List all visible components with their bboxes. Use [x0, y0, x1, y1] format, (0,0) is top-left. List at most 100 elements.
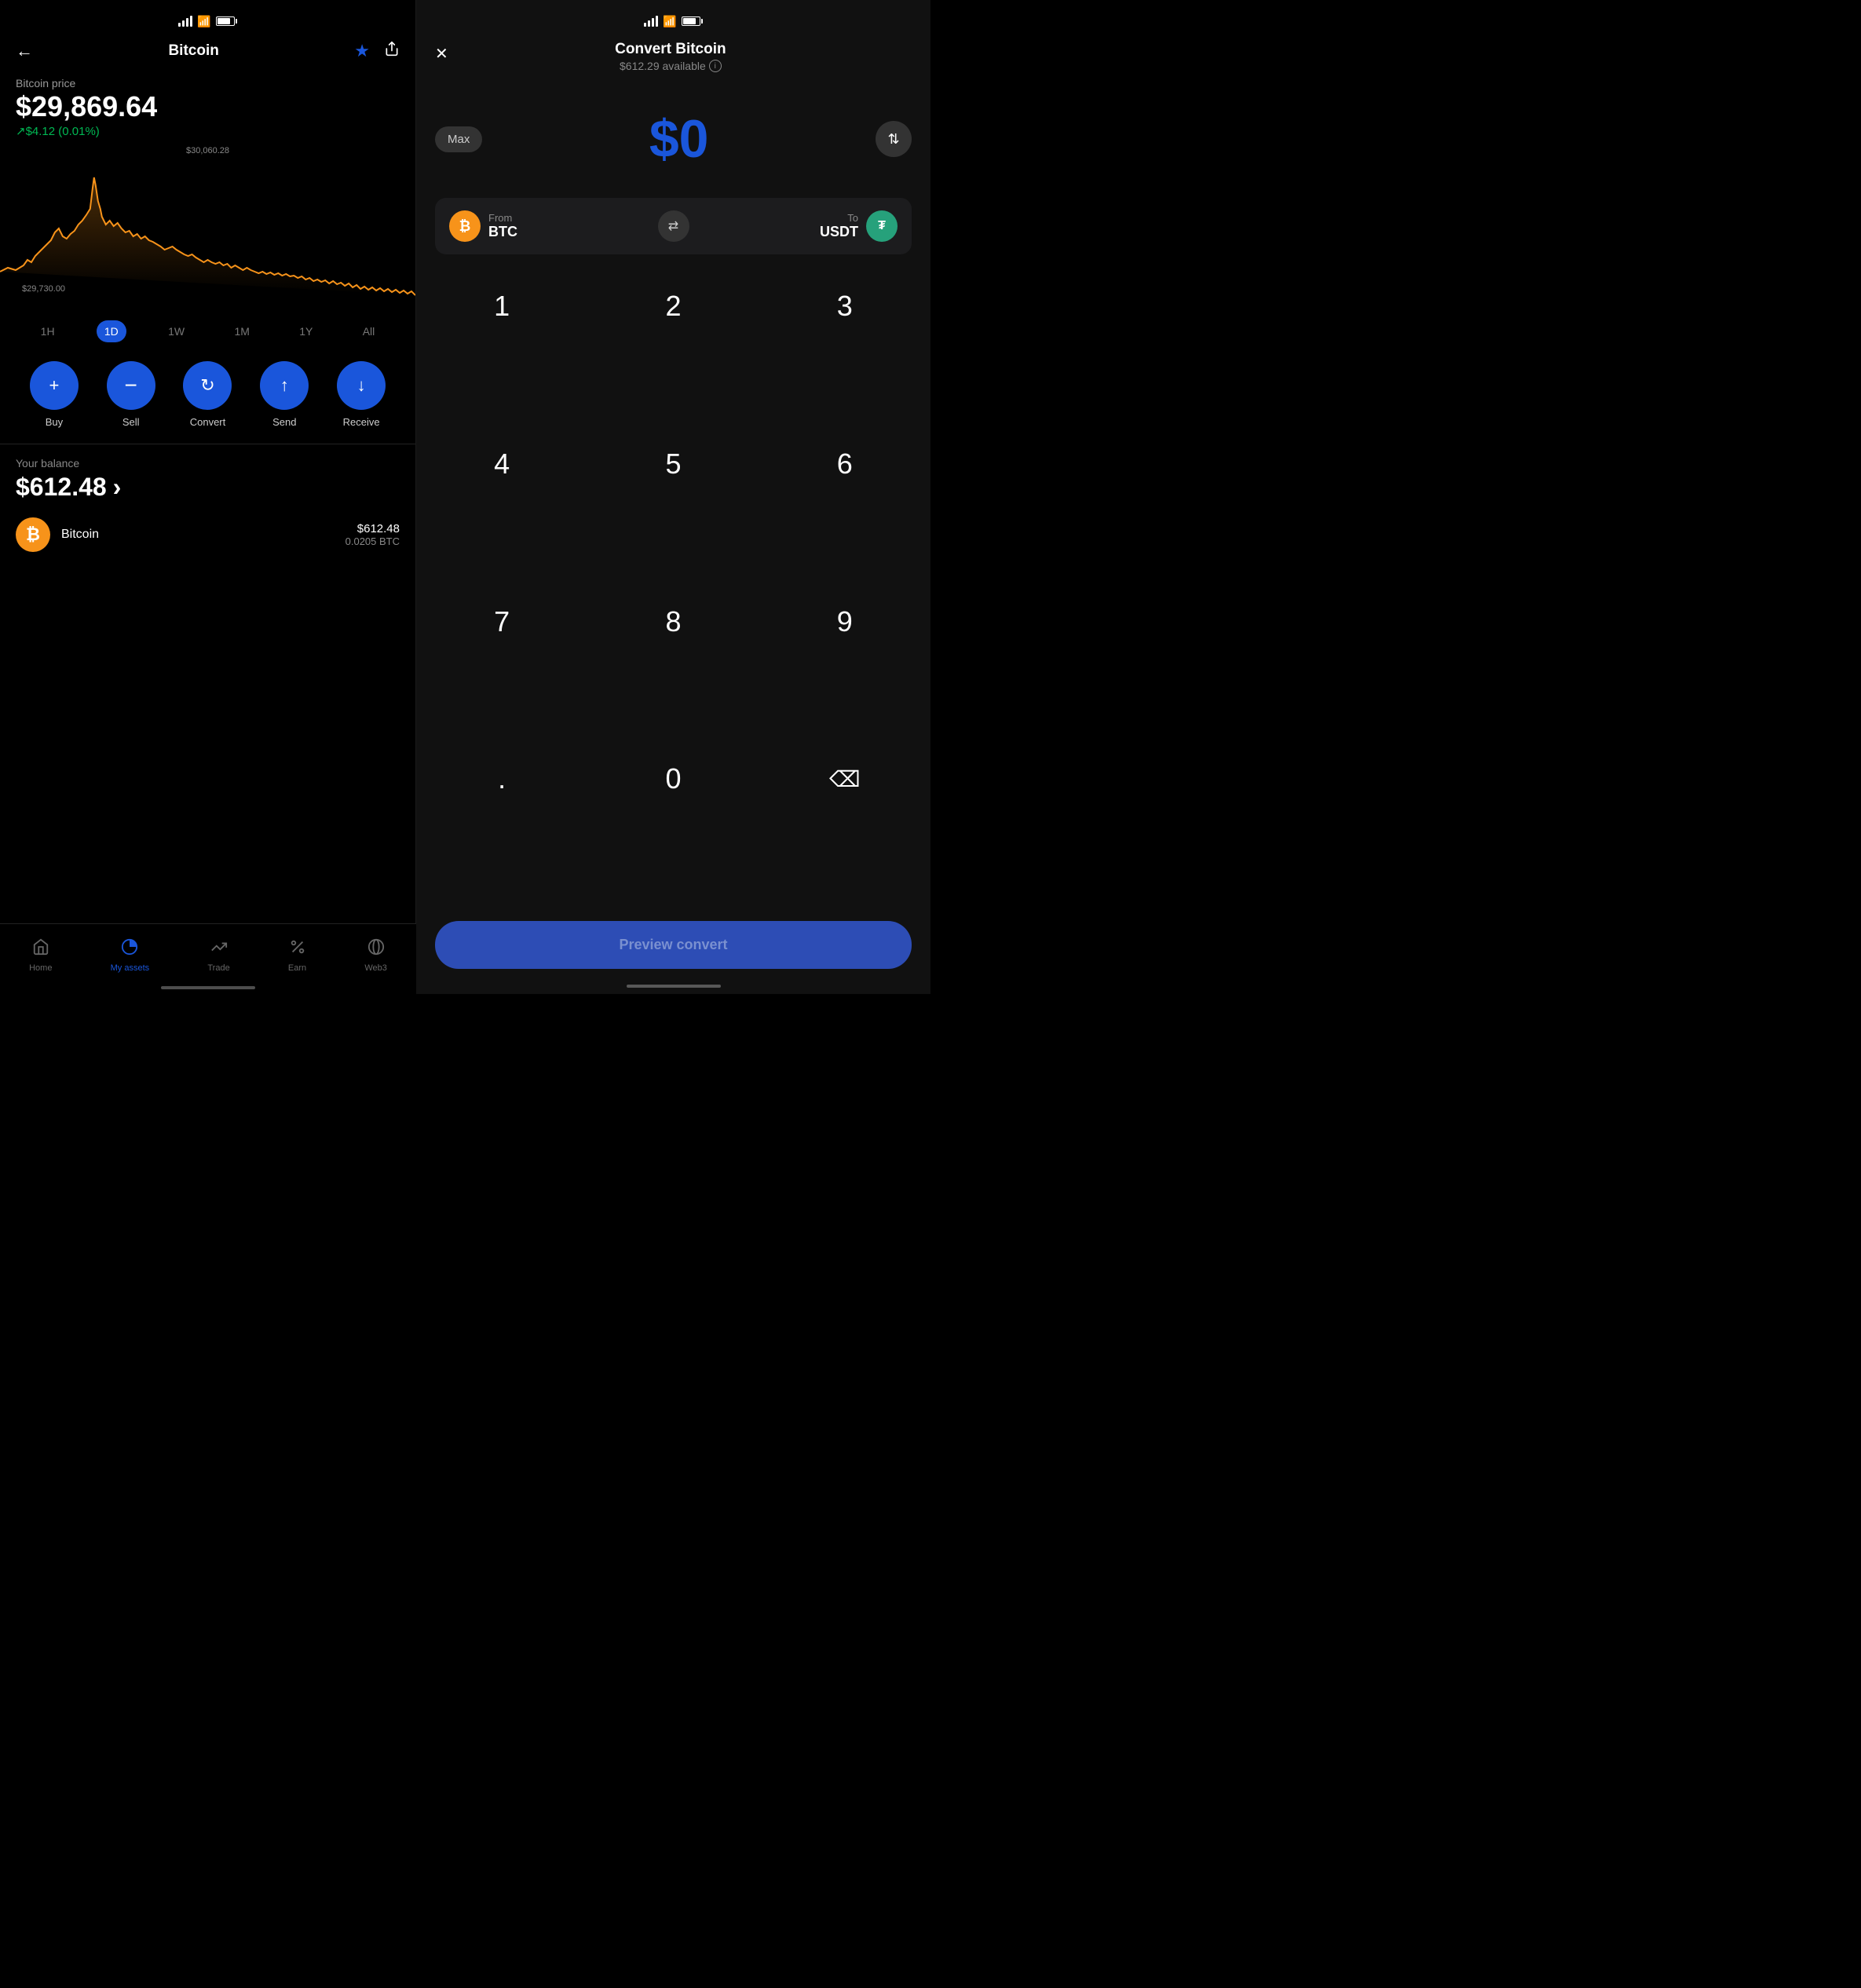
- header-icons: ★: [354, 41, 400, 61]
- numpad-8[interactable]: 8: [587, 590, 759, 653]
- action-buttons: + Buy − Sell ↻ Convert ↑ Send ↓ Rec: [0, 349, 415, 434]
- convert-title: Convert Bitcoin: [448, 41, 893, 58]
- chart-low-label: $29,730.00: [22, 284, 65, 294]
- nav-my-assets[interactable]: My assets: [111, 938, 150, 973]
- swap-currency-icon: ⇅: [887, 131, 899, 148]
- receive-icon: ↓: [357, 375, 366, 396]
- favorite-button[interactable]: ★: [354, 41, 370, 61]
- buy-label: Buy: [46, 416, 63, 428]
- buy-icon: +: [49, 375, 59, 396]
- btc-icon: ₿: [449, 210, 481, 242]
- to-label: To: [820, 212, 858, 224]
- left-status-bar: 📶: [0, 0, 415, 35]
- numpad-2[interactable]: 2: [587, 275, 759, 338]
- page-title: Bitcoin: [168, 42, 218, 60]
- numpad-0[interactable]: 0: [587, 747, 759, 810]
- right-header: ✕ Convert Bitcoin $612.29 available i: [416, 35, 930, 85]
- numpad-4[interactable]: 4: [416, 433, 587, 495]
- back-button[interactable]: ←: [16, 41, 33, 61]
- convert-subtitle: $612.29 available i: [448, 60, 893, 72]
- sell-button-wrap: − Sell: [107, 361, 155, 428]
- time-filters: 1H 1D 1W 1M 1Y All: [0, 314, 415, 349]
- max-button[interactable]: Max: [435, 126, 482, 152]
- time-filter-1m[interactable]: 1M: [226, 320, 257, 342]
- numpad-backspace[interactable]: ⌫: [759, 747, 930, 810]
- buy-button[interactable]: +: [30, 361, 79, 410]
- time-filter-1h[interactable]: 1H: [33, 320, 63, 342]
- right-signal-icon: [644, 16, 658, 27]
- price-chart: $30,060.28 $29,730.00: [0, 138, 415, 311]
- send-button[interactable]: ↑: [260, 361, 309, 410]
- to-section[interactable]: To USDT ₮: [689, 210, 898, 242]
- send-icon: ↑: [280, 375, 289, 396]
- right-wifi-icon: 📶: [663, 15, 676, 28]
- time-filter-1y[interactable]: 1Y: [291, 320, 320, 342]
- sell-icon: −: [125, 373, 137, 398]
- to-currency: USDT: [820, 224, 858, 240]
- earn-icon: [289, 938, 306, 960]
- from-currency: BTC: [488, 224, 517, 240]
- numpad-9[interactable]: 9: [759, 590, 930, 653]
- asset-usd-value: $612.48: [346, 522, 400, 535]
- swap-pair-button[interactable]: ⇄: [658, 210, 689, 242]
- nav-my-assets-label: My assets: [111, 963, 150, 973]
- web3-icon: [367, 938, 385, 960]
- battery-icon: [216, 16, 237, 26]
- balance-section: Your balance $612.48 ›: [0, 454, 415, 508]
- convert-button[interactable]: ↻: [183, 361, 232, 410]
- numpad-5[interactable]: 5: [587, 433, 759, 495]
- left-header: ← Bitcoin ★: [0, 35, 415, 71]
- home-indicator-bar: [627, 985, 721, 988]
- numpad-3[interactable]: 3: [759, 275, 930, 338]
- receive-button[interactable]: ↓: [337, 361, 386, 410]
- right-header-center: Convert Bitcoin $612.29 available i: [448, 41, 893, 72]
- from-to-panel: ₿ From BTC ⇄ To USDT ₮: [435, 198, 912, 254]
- trade-icon: [210, 938, 228, 960]
- right-status-bar: 📶: [416, 0, 930, 35]
- nav-web3[interactable]: Web3: [364, 938, 387, 973]
- balance-chevron-icon: ›: [113, 473, 122, 502]
- chart-high-label: $30,060.28: [186, 146, 229, 155]
- share-button[interactable]: [384, 41, 400, 61]
- amount-value: $0: [482, 108, 876, 170]
- numpad-1[interactable]: 1: [416, 275, 587, 338]
- buy-button-wrap: + Buy: [30, 361, 79, 428]
- info-icon[interactable]: i: [709, 60, 722, 72]
- balance-amount: $612.48: [16, 473, 107, 502]
- swap-currency-button[interactable]: ⇅: [876, 121, 912, 157]
- signal-icon: [178, 16, 192, 27]
- price-change: ↗$4.12 (0.01%): [16, 124, 400, 138]
- from-section[interactable]: ₿ From BTC: [449, 210, 658, 242]
- nav-home[interactable]: Home: [29, 938, 52, 973]
- balance-value-row[interactable]: $612.48 ›: [16, 473, 400, 502]
- convert-icon: ↻: [200, 375, 214, 396]
- nav-earn[interactable]: Earn: [288, 938, 306, 973]
- nav-home-label: Home: [29, 963, 52, 973]
- from-label: From: [488, 212, 517, 224]
- preview-convert-button[interactable]: Preview convert: [435, 921, 912, 969]
- time-filter-1w[interactable]: 1W: [160, 320, 192, 342]
- close-button[interactable]: ✕: [435, 44, 448, 64]
- convert-button-wrap: ↻ Convert: [183, 361, 232, 428]
- price-section: Bitcoin price $29,869.64 ↗$4.12 (0.01%): [0, 71, 415, 138]
- time-filter-all[interactable]: All: [355, 320, 383, 342]
- convert-label: Convert: [190, 416, 226, 428]
- home-icon: [32, 938, 49, 960]
- right-panel: 📶 ✕ Convert Bitcoin $612.29 available i …: [416, 0, 930, 994]
- numpad-6[interactable]: 6: [759, 433, 930, 495]
- right-battery-icon: [682, 16, 703, 26]
- asset-row[interactable]: ₿ Bitcoin $612.48 0.0205 BTC: [0, 508, 415, 561]
- receive-button-wrap: ↓ Receive: [337, 361, 386, 428]
- price-label: Bitcoin price: [16, 77, 400, 90]
- sell-button[interactable]: −: [107, 361, 155, 410]
- from-info: From BTC: [488, 212, 517, 240]
- numpad-dot[interactable]: .: [416, 747, 587, 810]
- right-home-indicator: [416, 985, 930, 994]
- asset-name: Bitcoin: [61, 528, 335, 542]
- nav-trade[interactable]: Trade: [207, 938, 229, 973]
- numpad-7[interactable]: 7: [416, 590, 587, 653]
- time-filter-1d[interactable]: 1D: [97, 320, 126, 342]
- nav-trade-label: Trade: [207, 963, 229, 973]
- asset-amounts: $612.48 0.0205 BTC: [346, 522, 400, 547]
- nav-earn-label: Earn: [288, 963, 306, 973]
